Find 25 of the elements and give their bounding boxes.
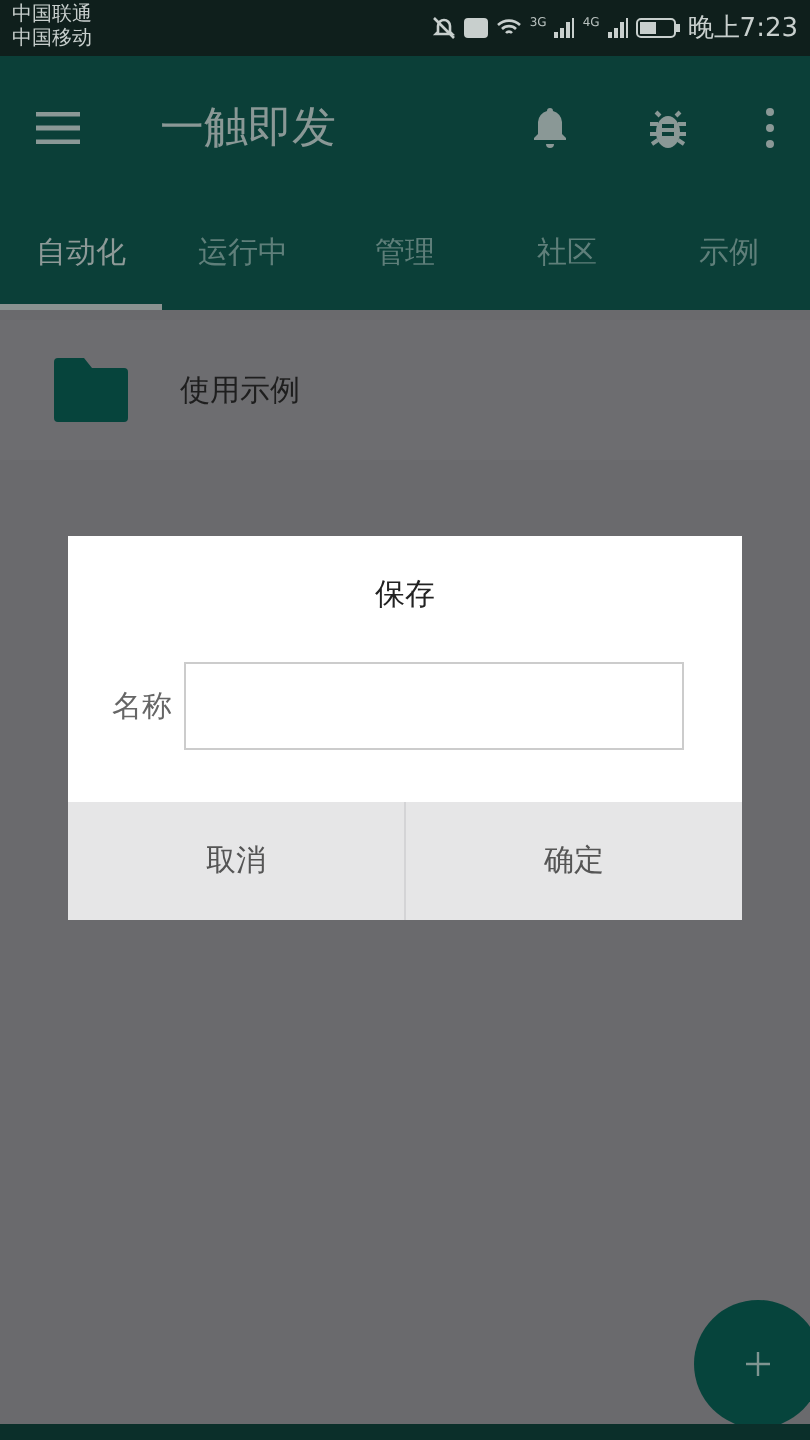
tab[interactable]: 运行中 [162, 200, 324, 310]
name-field[interactable] [184, 662, 684, 750]
tab[interactable]: 社区 [486, 200, 648, 310]
add-button[interactable] [694, 1300, 810, 1428]
carrier-name: 中国移动 [12, 28, 92, 52]
dialog-title: 保存 [373, 574, 437, 616]
carrier-name: 中国联通 [12, 4, 92, 27]
wifi-icon [495, 18, 522, 38]
tab[interactable]: 管理 [324, 200, 486, 310]
signal-icon [607, 18, 628, 38]
status-time: 晚上7:23 [687, 12, 798, 46]
bug-icon[interactable] [646, 106, 690, 150]
menu-icon[interactable] [36, 112, 80, 144]
tab[interactable]: 自动化 [0, 200, 162, 310]
battery-icon [635, 18, 680, 38]
tab[interactable]: 示例 [648, 200, 810, 310]
app-title: 一触即发 [160, 102, 338, 158]
bell-icon[interactable] [530, 106, 570, 150]
more-icon[interactable] [766, 108, 774, 148]
signal-icon [554, 18, 575, 38]
mute-icon [431, 16, 456, 40]
field-label: 名称 [112, 687, 172, 725]
folder-name: 使用示例 [180, 371, 300, 409]
folder-icon [54, 358, 128, 422]
plus-icon [746, 1352, 770, 1376]
